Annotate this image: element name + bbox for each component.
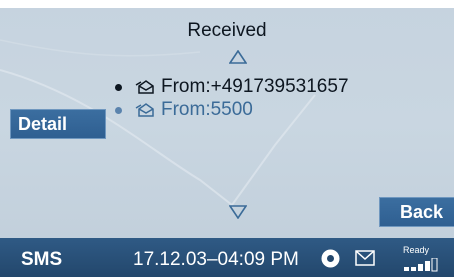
open-envelope-icon xyxy=(135,80,154,94)
back-button-label: Back xyxy=(400,201,444,222)
detail-button[interactable]: Detail xyxy=(10,109,106,139)
back-button[interactable]: Back xyxy=(379,197,454,227)
status-ready: Ready xyxy=(403,245,430,255)
triangle-up-icon[interactable] xyxy=(229,50,247,64)
sms-received-screen: Received From:+491739531657 From:5500 De… xyxy=(0,0,454,277)
open-envelope-icon xyxy=(135,103,154,117)
message-list-item[interactable]: From:5500 xyxy=(115,98,253,122)
message-sender: From:+491739531657 xyxy=(161,76,349,97)
selected-bullet-icon xyxy=(115,83,122,91)
status-datetime: 17.12.03–04:09 PM xyxy=(133,249,299,270)
message-list-item[interactable]: From:+491739531657 xyxy=(115,75,349,99)
envelope-icon xyxy=(355,250,375,266)
triangle-down-icon[interactable] xyxy=(229,205,247,219)
page-title: Received xyxy=(187,20,267,41)
message-sender: From:5500 xyxy=(161,99,253,120)
status-bar: SMS 17.12.03–04:09 PM Ready xyxy=(0,238,454,277)
disc-icon xyxy=(321,249,340,268)
detail-button-label: Detail xyxy=(18,113,68,134)
signal-strength-icon xyxy=(404,258,438,272)
bullet-icon xyxy=(115,106,122,114)
status-mode: SMS xyxy=(21,249,63,270)
